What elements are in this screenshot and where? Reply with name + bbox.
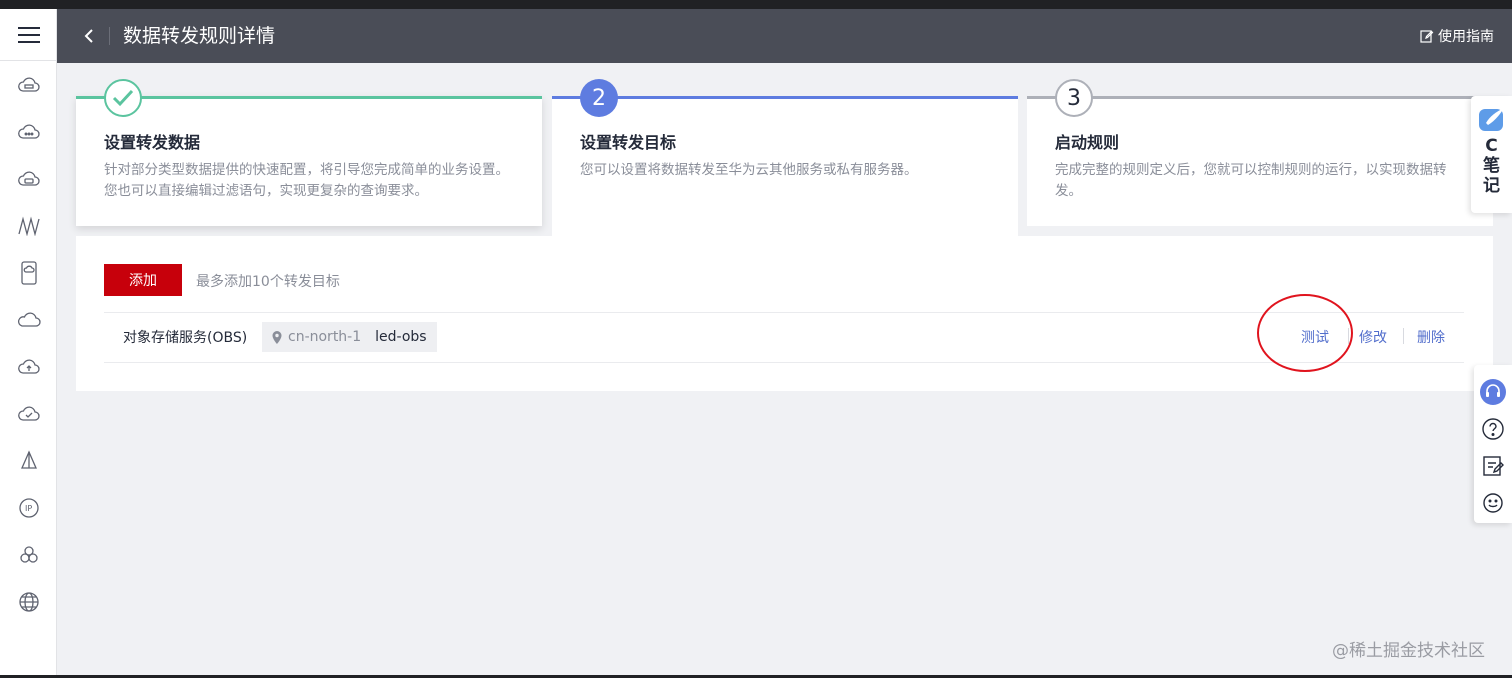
target-service-name: 对象存储服务(OBS) bbox=[123, 330, 248, 346]
annotation-circle bbox=[1257, 294, 1353, 372]
device-icon[interactable] bbox=[0, 249, 57, 296]
note-logo-icon bbox=[1478, 108, 1504, 131]
action-separator bbox=[1403, 328, 1404, 344]
help-icon[interactable] bbox=[1474, 410, 1512, 447]
step-3-desc: 完成完整的规则定义后，您就可以控制规则的运行，以实现数据转发。 bbox=[1055, 162, 1447, 199]
ip-icon[interactable]: IP bbox=[0, 484, 57, 531]
target-tag: cn-north-1 led-obs bbox=[262, 322, 437, 352]
page-header: 数据转发规则详情 使用指南 bbox=[57, 9, 1512, 63]
edit-link[interactable]: 修改 bbox=[1359, 327, 1387, 347]
step-1-card: 设置转发数据 针对部分类型数据提供的快速配置，将引导您完成简单的业务设置。您也可… bbox=[76, 79, 542, 226]
customer-service-icon[interactable] bbox=[1474, 373, 1512, 410]
window-top-strip bbox=[0, 0, 1512, 9]
step-1-title: 设置转发数据 bbox=[104, 133, 201, 152]
watermark: @稀土掘金技术社区 bbox=[1332, 641, 1485, 661]
row-divider-top bbox=[104, 312, 1464, 313]
add-hint: 最多添加10个转发目标 bbox=[196, 274, 340, 290]
smiley-icon[interactable] bbox=[1474, 484, 1512, 521]
step-2-number: 2 bbox=[580, 79, 618, 117]
step-3-progress-bar bbox=[1027, 96, 1493, 99]
delete-link[interactable]: 删除 bbox=[1417, 327, 1445, 347]
cloud-outline-icon[interactable] bbox=[0, 296, 57, 343]
globe-icon[interactable] bbox=[0, 578, 57, 625]
svg-text:IP: IP bbox=[25, 504, 32, 513]
cluster-icon[interactable] bbox=[0, 531, 57, 578]
page-title: 数据转发规则详情 bbox=[123, 25, 276, 47]
add-button[interactable]: 添加 bbox=[104, 264, 182, 296]
step-2-progress-bar bbox=[552, 96, 1018, 99]
step-1-desc: 针对部分类型数据提供的快速配置，将引导您完成简单的业务设置。您也可以直接编辑过滤… bbox=[104, 162, 509, 199]
step-2-title: 设置转发目标 bbox=[580, 133, 677, 152]
cloud-db-icon[interactable] bbox=[0, 155, 57, 202]
guide-label: 使用指南 bbox=[1438, 29, 1494, 45]
step-2-card: 2 设置转发目标 您可以设置将数据转发至华为云其他服务或私有服务器。 bbox=[552, 79, 1018, 236]
network-icon[interactable] bbox=[0, 202, 57, 249]
step-1-check-icon bbox=[104, 79, 142, 117]
step-3-card: 3 启动规则 完成完整的规则定义后，您就可以控制规则的运行，以实现数据转发。 bbox=[1027, 79, 1493, 226]
note-label: C笔记 bbox=[1483, 136, 1500, 196]
header-divider bbox=[109, 27, 110, 45]
location-pin-icon bbox=[272, 330, 282, 344]
target-region: cn-north-1 bbox=[288, 329, 362, 345]
forward-target-panel: 添加 最多添加10个转发目标 对象存储服务(OBS) cn-north-1 le… bbox=[76, 236, 1493, 391]
cloud-server-icon[interactable] bbox=[0, 61, 57, 108]
cloud-upload-icon[interactable] bbox=[0, 343, 57, 390]
cloud-icon[interactable] bbox=[0, 108, 57, 155]
floating-toolbar bbox=[1474, 365, 1512, 523]
step-1-progress-bar bbox=[76, 96, 542, 99]
step-3-number: 3 bbox=[1055, 79, 1093, 117]
step-2-desc: 您可以设置将数据转发至华为云其他服务或私有服务器。 bbox=[580, 162, 918, 178]
menu-icon[interactable] bbox=[0, 9, 57, 61]
row-divider-bottom bbox=[104, 362, 1464, 363]
back-icon[interactable] bbox=[77, 24, 101, 48]
edit-icon bbox=[1420, 30, 1434, 43]
feedback-edit-icon[interactable] bbox=[1474, 447, 1512, 484]
target-bucket: led-obs bbox=[375, 329, 427, 345]
note-widget[interactable]: C笔记 bbox=[1471, 96, 1512, 213]
step-3-title: 启动规则 bbox=[1055, 133, 1120, 152]
cloud-check-icon[interactable] bbox=[0, 390, 57, 437]
guide-link[interactable]: 使用指南 bbox=[1420, 26, 1494, 46]
sidebar: IP bbox=[0, 9, 57, 678]
tent-icon[interactable] bbox=[0, 437, 57, 484]
